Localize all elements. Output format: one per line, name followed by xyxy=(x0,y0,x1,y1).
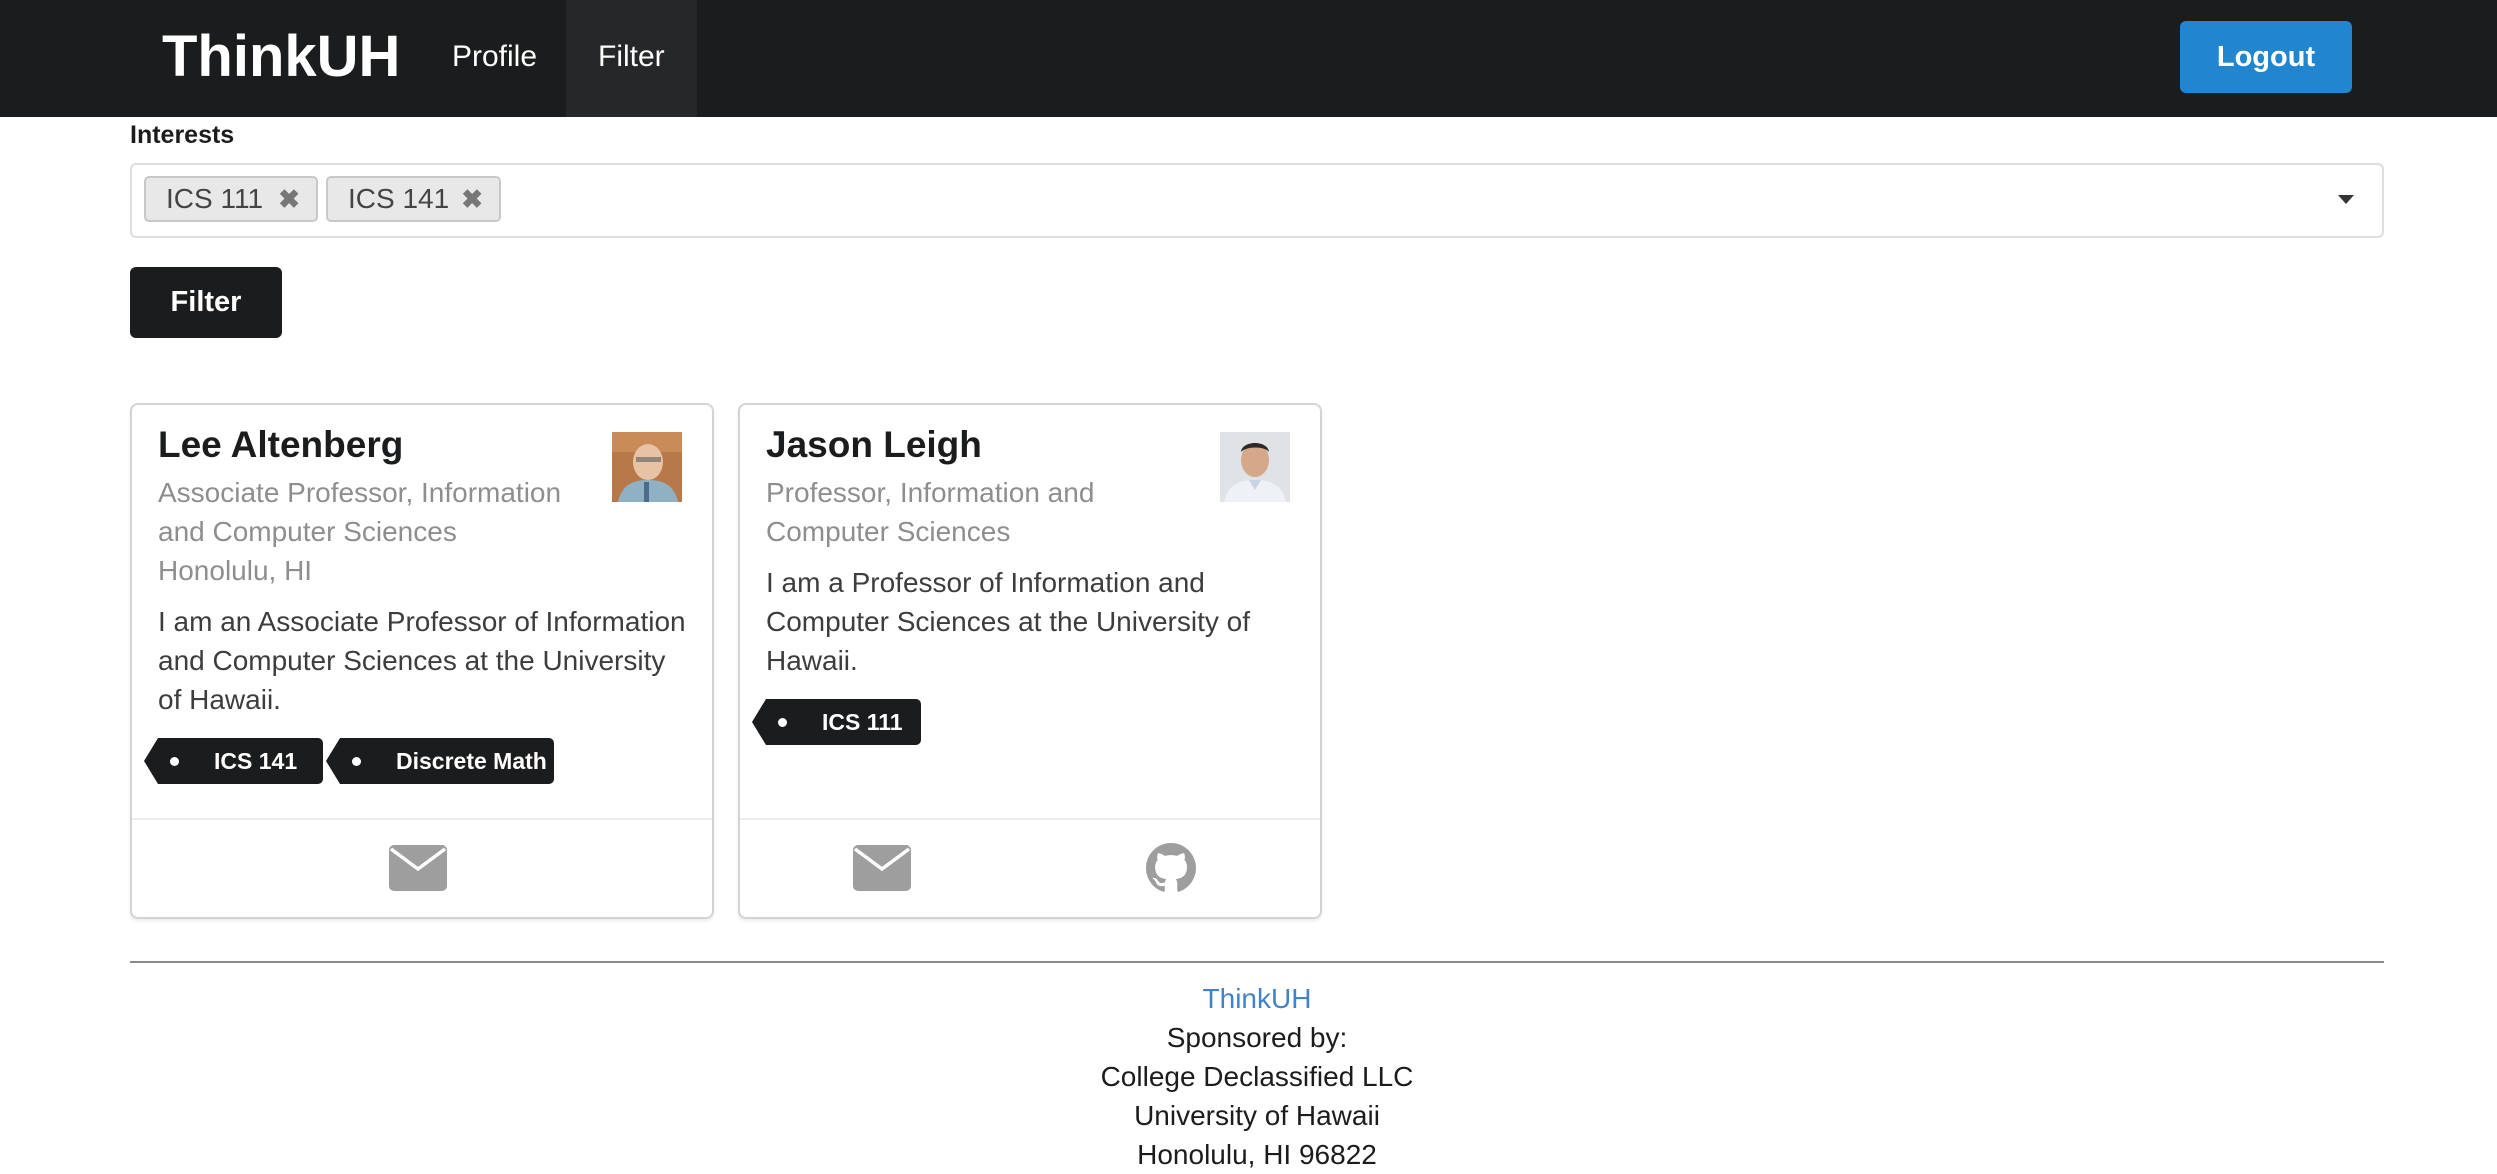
nav-item-filter[interactable]: Filter xyxy=(566,0,697,117)
interest-tag-label: ICS 141 xyxy=(214,748,298,774)
nav-item-profile[interactable]: Profile xyxy=(420,0,569,117)
interest-tag-label: Discrete Math xyxy=(396,748,547,774)
footer-divider xyxy=(130,961,2384,963)
footer-address: Honolulu, HI 96822 xyxy=(1137,1139,1377,1170)
profile-name: Jason Leigh xyxy=(766,424,982,465)
profile-meta: Professor, Information and Computer Scie… xyxy=(766,473,1196,551)
profile-bio-line: of Hawaii. xyxy=(158,684,281,715)
footer-university: University of Hawaii xyxy=(1134,1100,1380,1131)
tag-dot-icon xyxy=(778,718,787,727)
profile-title-line: Computer Sciences xyxy=(766,516,1011,547)
envelope-icon[interactable] xyxy=(389,845,447,896)
interest-chip-label: ICS 141 xyxy=(348,183,450,214)
remove-chip-icon[interactable]: ✖ xyxy=(461,178,483,220)
interest-chip-label: ICS 111 xyxy=(166,183,264,214)
filter-button[interactable]: Filter xyxy=(130,267,282,338)
profile-name: Lee Altenberg xyxy=(158,424,404,465)
profile-meta: Associate Professor, Information and Com… xyxy=(158,473,588,590)
interest-chip[interactable]: ICS 111 ✖ xyxy=(144,176,318,222)
interests-label: Interests xyxy=(130,121,235,149)
profile-title-line: Professor, Information and xyxy=(766,477,1095,508)
profile-bio-line: and Computer Sciences at the University xyxy=(158,645,666,676)
envelope-icon[interactable] xyxy=(853,845,911,896)
brand-logo[interactable]: ThinkUH xyxy=(162,22,400,92)
profile-title-line: Associate Professor, Information xyxy=(158,477,562,508)
profile-bio: I am a Professor of Information and Comp… xyxy=(766,563,1296,680)
profile-bio-line: Hawaii. xyxy=(766,645,858,676)
footer-sponsor-label: Sponsored by: xyxy=(1166,1022,1348,1053)
card-divider xyxy=(740,818,1320,820)
footer-sponsor-name: College Declassified LLC xyxy=(1100,1061,1414,1092)
interest-tag[interactable]: ICS 111 xyxy=(752,699,921,745)
avatar xyxy=(612,432,682,502)
interest-chip[interactable]: ICS 141 ✖ xyxy=(326,176,501,222)
logout-button[interactable]: Logout xyxy=(2180,21,2352,93)
interest-tag-label: ICS 111 xyxy=(822,709,903,735)
profile-card: Jason Leigh Professor, Information and C… xyxy=(738,403,1322,919)
top-navbar: ThinkUH Profile Filter Logout xyxy=(0,0,2497,117)
profile-bio-line: Computer Sciences at the University of xyxy=(766,606,1250,637)
profile-location: Honolulu, HI xyxy=(158,555,313,586)
profile-bio-line: I am an Associate Professor of Informati… xyxy=(158,606,686,637)
profile-card: Lee Altenberg Associate Professor, Infor… xyxy=(130,403,714,919)
interests-multiselect[interactable]: ICS 111 ✖ ICS 141 ✖ xyxy=(130,163,2384,238)
footer-thinkuh-link[interactable]: ThinkUH xyxy=(0,979,2497,1018)
avatar xyxy=(1220,432,1290,502)
dropdown-caret-icon[interactable] xyxy=(2338,195,2354,204)
card-divider xyxy=(132,818,712,820)
tag-dot-icon xyxy=(352,757,361,766)
remove-chip-icon[interactable]: ✖ xyxy=(278,178,300,220)
footer: ThinkUH Sponsored by: College Declassifi… xyxy=(0,979,2497,1174)
github-icon[interactable] xyxy=(1146,843,1196,898)
profile-bio-line: I am a Professor of Information and xyxy=(766,567,1205,598)
profile-title-line: and Computer Sciences xyxy=(158,516,457,547)
interest-tag[interactable]: ICS 141 xyxy=(144,738,323,784)
interest-tag[interactable]: Discrete Math xyxy=(326,738,554,784)
profile-bio: I am an Associate Professor of Informati… xyxy=(158,602,688,719)
tag-dot-icon xyxy=(170,757,179,766)
